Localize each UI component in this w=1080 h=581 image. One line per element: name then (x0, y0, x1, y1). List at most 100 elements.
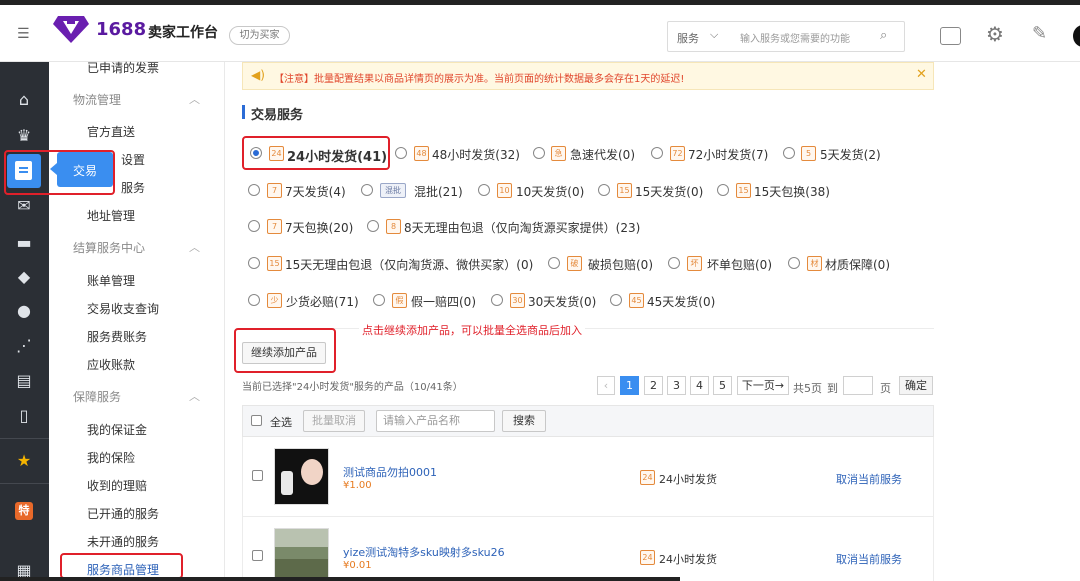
service-material-label[interactable]: 材质保障(0) (825, 256, 890, 273)
product-thumbnail[interactable] (274, 448, 329, 505)
share-icon[interactable]: ⋰ (14, 336, 34, 356)
close-icon[interactable]: ✕ (916, 67, 927, 82)
sidebar-item-bills[interactable]: 账单管理 (87, 272, 135, 289)
cancel-service-link[interactable]: 取消当前服务 (836, 471, 902, 487)
radio-7d[interactable] (248, 184, 260, 196)
service-15d-label[interactable]: 15天发货(0) (635, 183, 703, 200)
service-72h-label[interactable]: 72小时发货(7) (688, 146, 768, 163)
radio-express[interactable] (533, 147, 545, 159)
search-icon[interactable]: ⌕ (880, 28, 887, 43)
chevron-up-icon[interactable]: ︿ (189, 91, 200, 107)
bottom-scrollbar[interactable] (0, 577, 680, 581)
product-thumbnail[interactable] (274, 528, 329, 581)
next-page-button[interactable]: 下一页→ (737, 376, 789, 395)
sidebar-item-deposit[interactable]: 我的保证金 (87, 421, 147, 438)
service-5d-label[interactable]: 5天发货(2) (820, 146, 881, 163)
page-2[interactable]: 2 (644, 376, 663, 395)
radio-mixed[interactable] (361, 184, 373, 196)
radio-fake[interactable] (373, 294, 385, 306)
chevron-up-icon[interactable]: ︿ (189, 239, 200, 255)
sidebar-item-fees[interactable]: 服务费账务 (87, 328, 147, 345)
row-checkbox[interactable] (252, 470, 263, 481)
sidebar-item-enabled[interactable]: 已开通的服务 (87, 505, 159, 522)
sidebar-item-transactions[interactable]: 交易收支查询 (87, 300, 159, 317)
radio-30d[interactable] (491, 294, 503, 306)
product-search-input[interactable]: 请输入产品名称 (376, 410, 495, 432)
mail-icon[interactable]: ✉ (14, 196, 34, 216)
sidebar-group-settlement[interactable]: 结算服务中心 (73, 239, 145, 256)
service-shortage-label[interactable]: 少货必赔(71) (286, 293, 359, 310)
service-7d-label[interactable]: 7天发货(4) (285, 183, 346, 200)
radio-15d-return[interactable] (248, 257, 260, 269)
chart-icon[interactable]: ▤ (14, 371, 34, 391)
product-name[interactable]: 测试商品勿拍0001 (343, 464, 437, 480)
radio-45d[interactable] (610, 294, 622, 306)
radio-damage[interactable] (548, 257, 560, 269)
service-8d-return-label[interactable]: 8天无理由包退（仅向淘货源买家提供）(23) (404, 219, 640, 236)
sidebar-item-settings[interactable]: 设置 (121, 151, 145, 168)
service-damage-label[interactable]: 破损包赔(0) (588, 256, 653, 273)
gear-icon[interactable]: ⚙ (986, 22, 1004, 46)
select-all-checkbox[interactable] (251, 415, 262, 426)
service-mixed-label[interactable]: 混批(21) (414, 183, 463, 200)
switch-to-buyer-button[interactable]: 切为买家 (229, 26, 290, 45)
logo-icon[interactable] (52, 14, 90, 44)
edit-icon[interactable]: ✎ (1032, 23, 1047, 44)
sidebar-item-invoices[interactable]: 已申请的发票 (87, 59, 159, 76)
sidebar-item-claims[interactable]: 收到的理赔 (87, 477, 147, 494)
crown-icon[interactable]: ♛ (14, 126, 34, 146)
page-1[interactable]: 1 (620, 376, 639, 395)
radio-15d[interactable] (598, 184, 610, 196)
service-15d-exchange-label[interactable]: 15天包换(38) (754, 183, 830, 200)
service-15d-return-label[interactable]: 15天无理由包退（仅向淘货源、微供买家）(0) (285, 256, 533, 273)
cancel-service-link[interactable]: 取消当前服务 (836, 551, 902, 567)
special-icon[interactable]: 特 (15, 502, 33, 520)
service-bad-order-label[interactable]: 坏单包赔(0) (707, 256, 772, 273)
service-30d-label[interactable]: 30天发货(0) (528, 293, 596, 310)
product-name[interactable]: yize测试淘特多sku映射多sku26 (343, 544, 505, 560)
radio-15d-exchange[interactable] (717, 184, 729, 196)
page-number-input[interactable] (843, 376, 873, 395)
service-7d-exchange-label[interactable]: 7天包换(20) (285, 219, 353, 236)
radio-8d-return[interactable] (367, 220, 379, 232)
service-45d-label[interactable]: 45天发货(0) (647, 293, 715, 310)
service-48h-label[interactable]: 48小时发货(32) (432, 146, 520, 163)
star-icon[interactable]: ★ (14, 451, 34, 471)
sidebar-item-insurance[interactable]: 我的保险 (87, 449, 135, 466)
sidebar-group-guarantee[interactable]: 保障服务 (73, 388, 121, 405)
radio-48h[interactable] (395, 147, 407, 159)
radio-bad-order[interactable] (668, 257, 680, 269)
sidebar-item-service[interactable]: 服务 (121, 179, 145, 196)
service-10d-label[interactable]: 10天发货(0) (516, 183, 584, 200)
sidebar-item-direct[interactable]: 官方直送 (87, 123, 135, 140)
sidebar-item-receivables[interactable]: 应收账款 (87, 356, 135, 373)
tag-icon[interactable]: ◆ (14, 267, 34, 287)
service-search-input[interactable]: 输入服务或您需要的功能 (740, 30, 850, 45)
user-icon[interactable]: ● (14, 301, 34, 321)
chevron-up-icon[interactable]: ︿ (189, 388, 200, 404)
product-search-button[interactable]: 搜索 (502, 410, 546, 432)
book-icon[interactable]: ▯ (14, 406, 34, 426)
avatar[interactable] (1073, 25, 1080, 47)
goto-confirm-button[interactable]: 确定 (899, 376, 933, 395)
store-icon[interactable]: ▬ (14, 233, 34, 253)
row-checkbox[interactable] (252, 550, 263, 561)
service-fake-label[interactable]: 假一赔四(0) (411, 293, 476, 310)
menu-icon[interactable]: ☰ (17, 26, 30, 42)
location-icon[interactable] (940, 27, 961, 45)
sidebar-group-logistics[interactable]: 物流管理 (73, 91, 121, 108)
sidebar-item-address[interactable]: 地址管理 (87, 207, 135, 224)
radio-5d[interactable] (783, 147, 795, 159)
radio-7d-exchange[interactable] (248, 220, 260, 232)
radio-shortage[interactable] (248, 294, 260, 306)
page-5[interactable]: 5 (713, 376, 732, 395)
service-express-label[interactable]: 急速代发(0) (570, 146, 635, 163)
radio-material[interactable] (788, 257, 800, 269)
radio-72h[interactable] (651, 147, 663, 159)
service-type-select[interactable]: 服务 (677, 30, 699, 46)
home-icon[interactable]: ⌂ (14, 90, 34, 110)
sidebar-item-disabled[interactable]: 未开通的服务 (87, 533, 159, 550)
radio-10d[interactable] (478, 184, 490, 196)
prev-page-button[interactable]: ‹ (597, 376, 615, 395)
page-4[interactable]: 4 (690, 376, 709, 395)
